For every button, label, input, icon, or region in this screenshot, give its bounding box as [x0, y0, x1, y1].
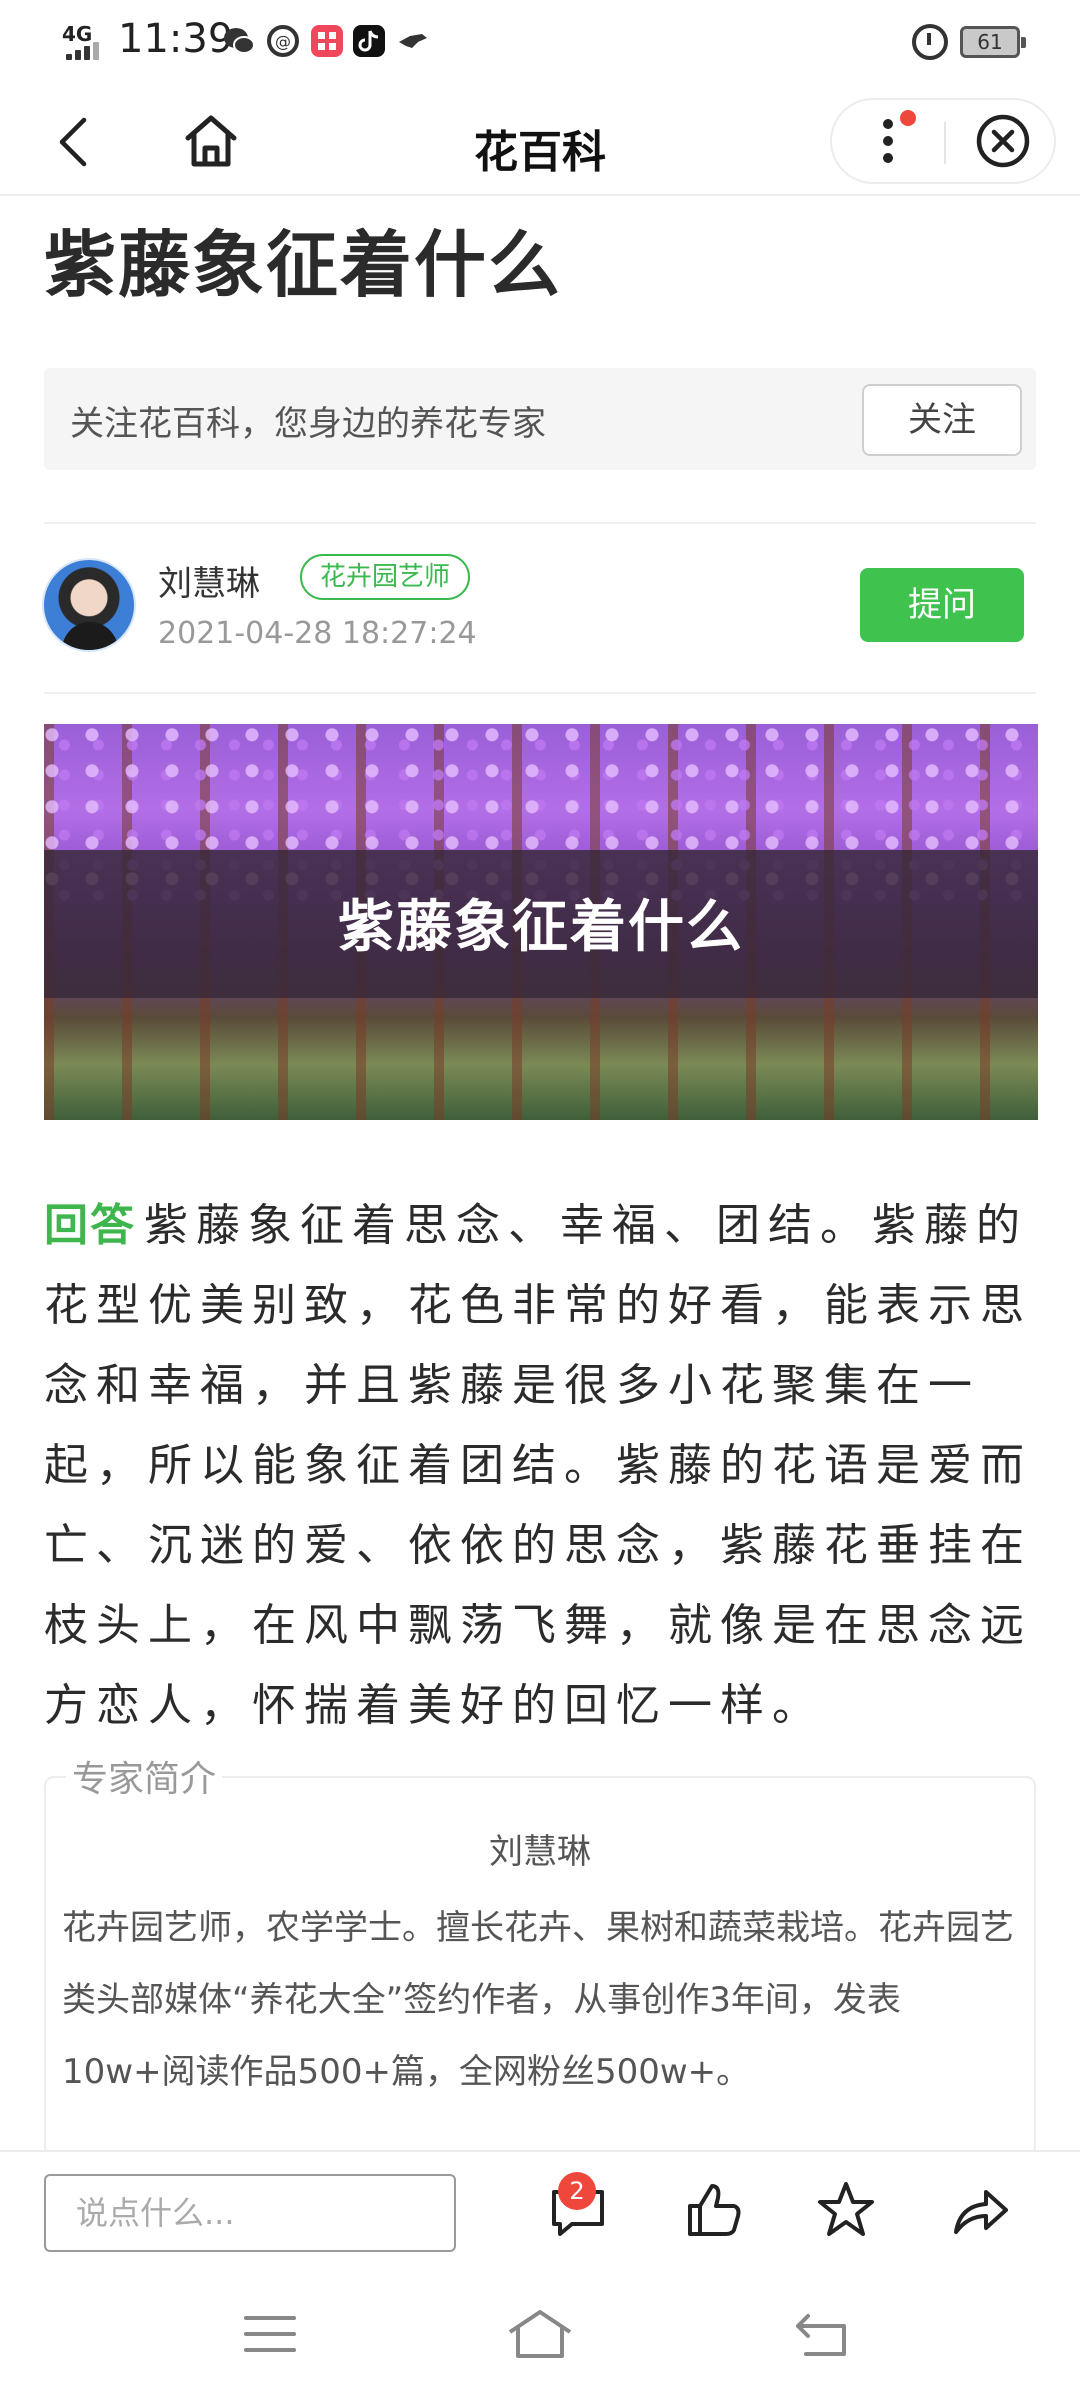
home-nav-icon[interactable] [504, 2306, 576, 2362]
clock: 11:39 [118, 16, 234, 62]
expert-bio: 花卉园艺师，农学学士。擅长花卉、果树和蔬菜栽培。花卉园艺类头部媒体“养花大全”签… [62, 1908, 1014, 2092]
follow-text: 关注花百科，您身边的养花专家 [70, 404, 546, 444]
share-icon[interactable] [948, 2178, 1012, 2242]
answer-text: 紫藤象征着思念、幸福、团结。紫藤的花型优美别致，花色非常的好看，能表示思念和幸福… [44, 1200, 1032, 1731]
answer-paragraph: 回答 紫藤象征着思念、幸福、团结。紫藤的花型优美别致，花色非常的好看，能表示思念和… [44, 1186, 1038, 1746]
expert-intro-heading: 专家简介 [66, 1750, 223, 1802]
signal-icon: 4G [62, 22, 112, 62]
wechat-icon [224, 28, 255, 54]
back-nav-icon[interactable] [786, 2306, 858, 2362]
battery-level: 61 [977, 30, 1003, 54]
at-icon: @ [267, 25, 299, 57]
ask-button[interactable]: 提问 [860, 568, 1024, 642]
svg-text:@: @ [275, 32, 291, 51]
close-icon[interactable] [972, 110, 1034, 172]
follow-button[interactable]: 关注 [862, 384, 1022, 456]
xiaohongshu-icon [311, 25, 343, 57]
comment-count-badge: 2 [558, 2172, 596, 2210]
pigeon-icon [399, 34, 427, 48]
capsule-divider [944, 122, 946, 164]
image-caption: 紫藤象征着什么 [338, 895, 744, 960]
system-navigation-bar [0, 2262, 1080, 2400]
article-image: 紫藤象征着什么 [44, 724, 1038, 1120]
author-tag: 花卉园艺师 [300, 554, 471, 600]
tiktok-icon [353, 25, 385, 57]
miniapp-capsule [830, 98, 1056, 184]
network-type: 4G [62, 22, 93, 46]
menu-icon[interactable] [234, 2306, 306, 2362]
more-icon[interactable] [852, 106, 922, 176]
bottom-action-bar: 说点什么... 2 [0, 2150, 1080, 2260]
author-name[interactable]: 刘慧琳 [158, 556, 260, 605]
divider [44, 522, 1036, 524]
publish-date: 2021-04-28 18:27:24 [158, 616, 477, 651]
follow-banner: 关注花百科，您身边的养花专家 关注 [44, 368, 1036, 470]
comment-input[interactable]: 说点什么... [44, 2174, 456, 2252]
title-bar: 花百科 [0, 94, 1080, 196]
article-title: 紫藤象征着什么 [44, 223, 563, 307]
alarm-icon [912, 24, 948, 60]
like-icon[interactable] [682, 2178, 746, 2242]
star-icon[interactable] [814, 2178, 878, 2242]
answer-label: 回答 [44, 1200, 136, 1251]
divider [44, 692, 1036, 694]
expert-intro-box: 刘慧琳 花卉园艺师，农学学士。擅长花卉、果树和蔬菜栽培。花卉园艺类头部媒体“养花… [44, 1776, 1036, 2156]
expert-name: 刘慧琳 [489, 1832, 591, 1872]
avatar[interactable] [42, 558, 136, 652]
battery-icon: 61 [960, 26, 1026, 58]
status-bar: 4G 11:39 @ 61 [0, 0, 1080, 84]
